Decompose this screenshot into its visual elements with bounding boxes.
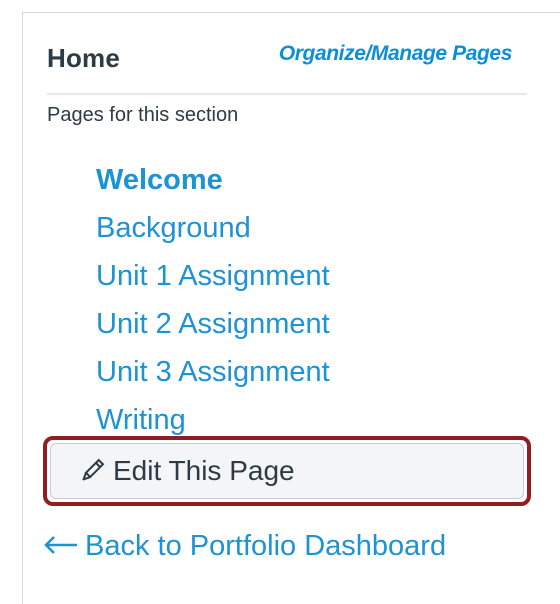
edit-button-label: Edit This Page	[113, 455, 295, 486]
organize-manage-pages-link[interactable]: Organize/Manage Pages	[279, 42, 513, 66]
header-divider	[47, 93, 527, 95]
back-to-portfolio-dashboard-link[interactable]: Back to Portfolio Dashboard	[43, 530, 446, 563]
back-link-label: Back to Portfolio Dashboard	[85, 530, 447, 562]
pages-list: Welcome Background Unit 1 Assignment Uni…	[96, 156, 330, 444]
page-sidebar-panel: Home Organize/Manage Pages Pages for thi…	[22, 12, 560, 604]
edit-button-highlight: Edit This Page	[43, 436, 531, 506]
page-link-unit-1-assignment[interactable]: Unit 1 Assignment	[96, 252, 330, 300]
edit-this-page-button[interactable]: Edit This Page	[50, 443, 524, 499]
page-link-background[interactable]: Background	[96, 204, 330, 252]
pencil-icon	[79, 458, 105, 484]
page-link-unit-3-assignment[interactable]: Unit 3 Assignment	[96, 348, 330, 396]
page-link-welcome[interactable]: Welcome	[96, 156, 330, 204]
page-link-unit-2-assignment[interactable]: Unit 2 Assignment	[96, 300, 330, 348]
section-label: Pages for this section	[47, 104, 239, 126]
page-title: Home	[47, 43, 121, 73]
arrow-left-icon	[43, 530, 79, 563]
